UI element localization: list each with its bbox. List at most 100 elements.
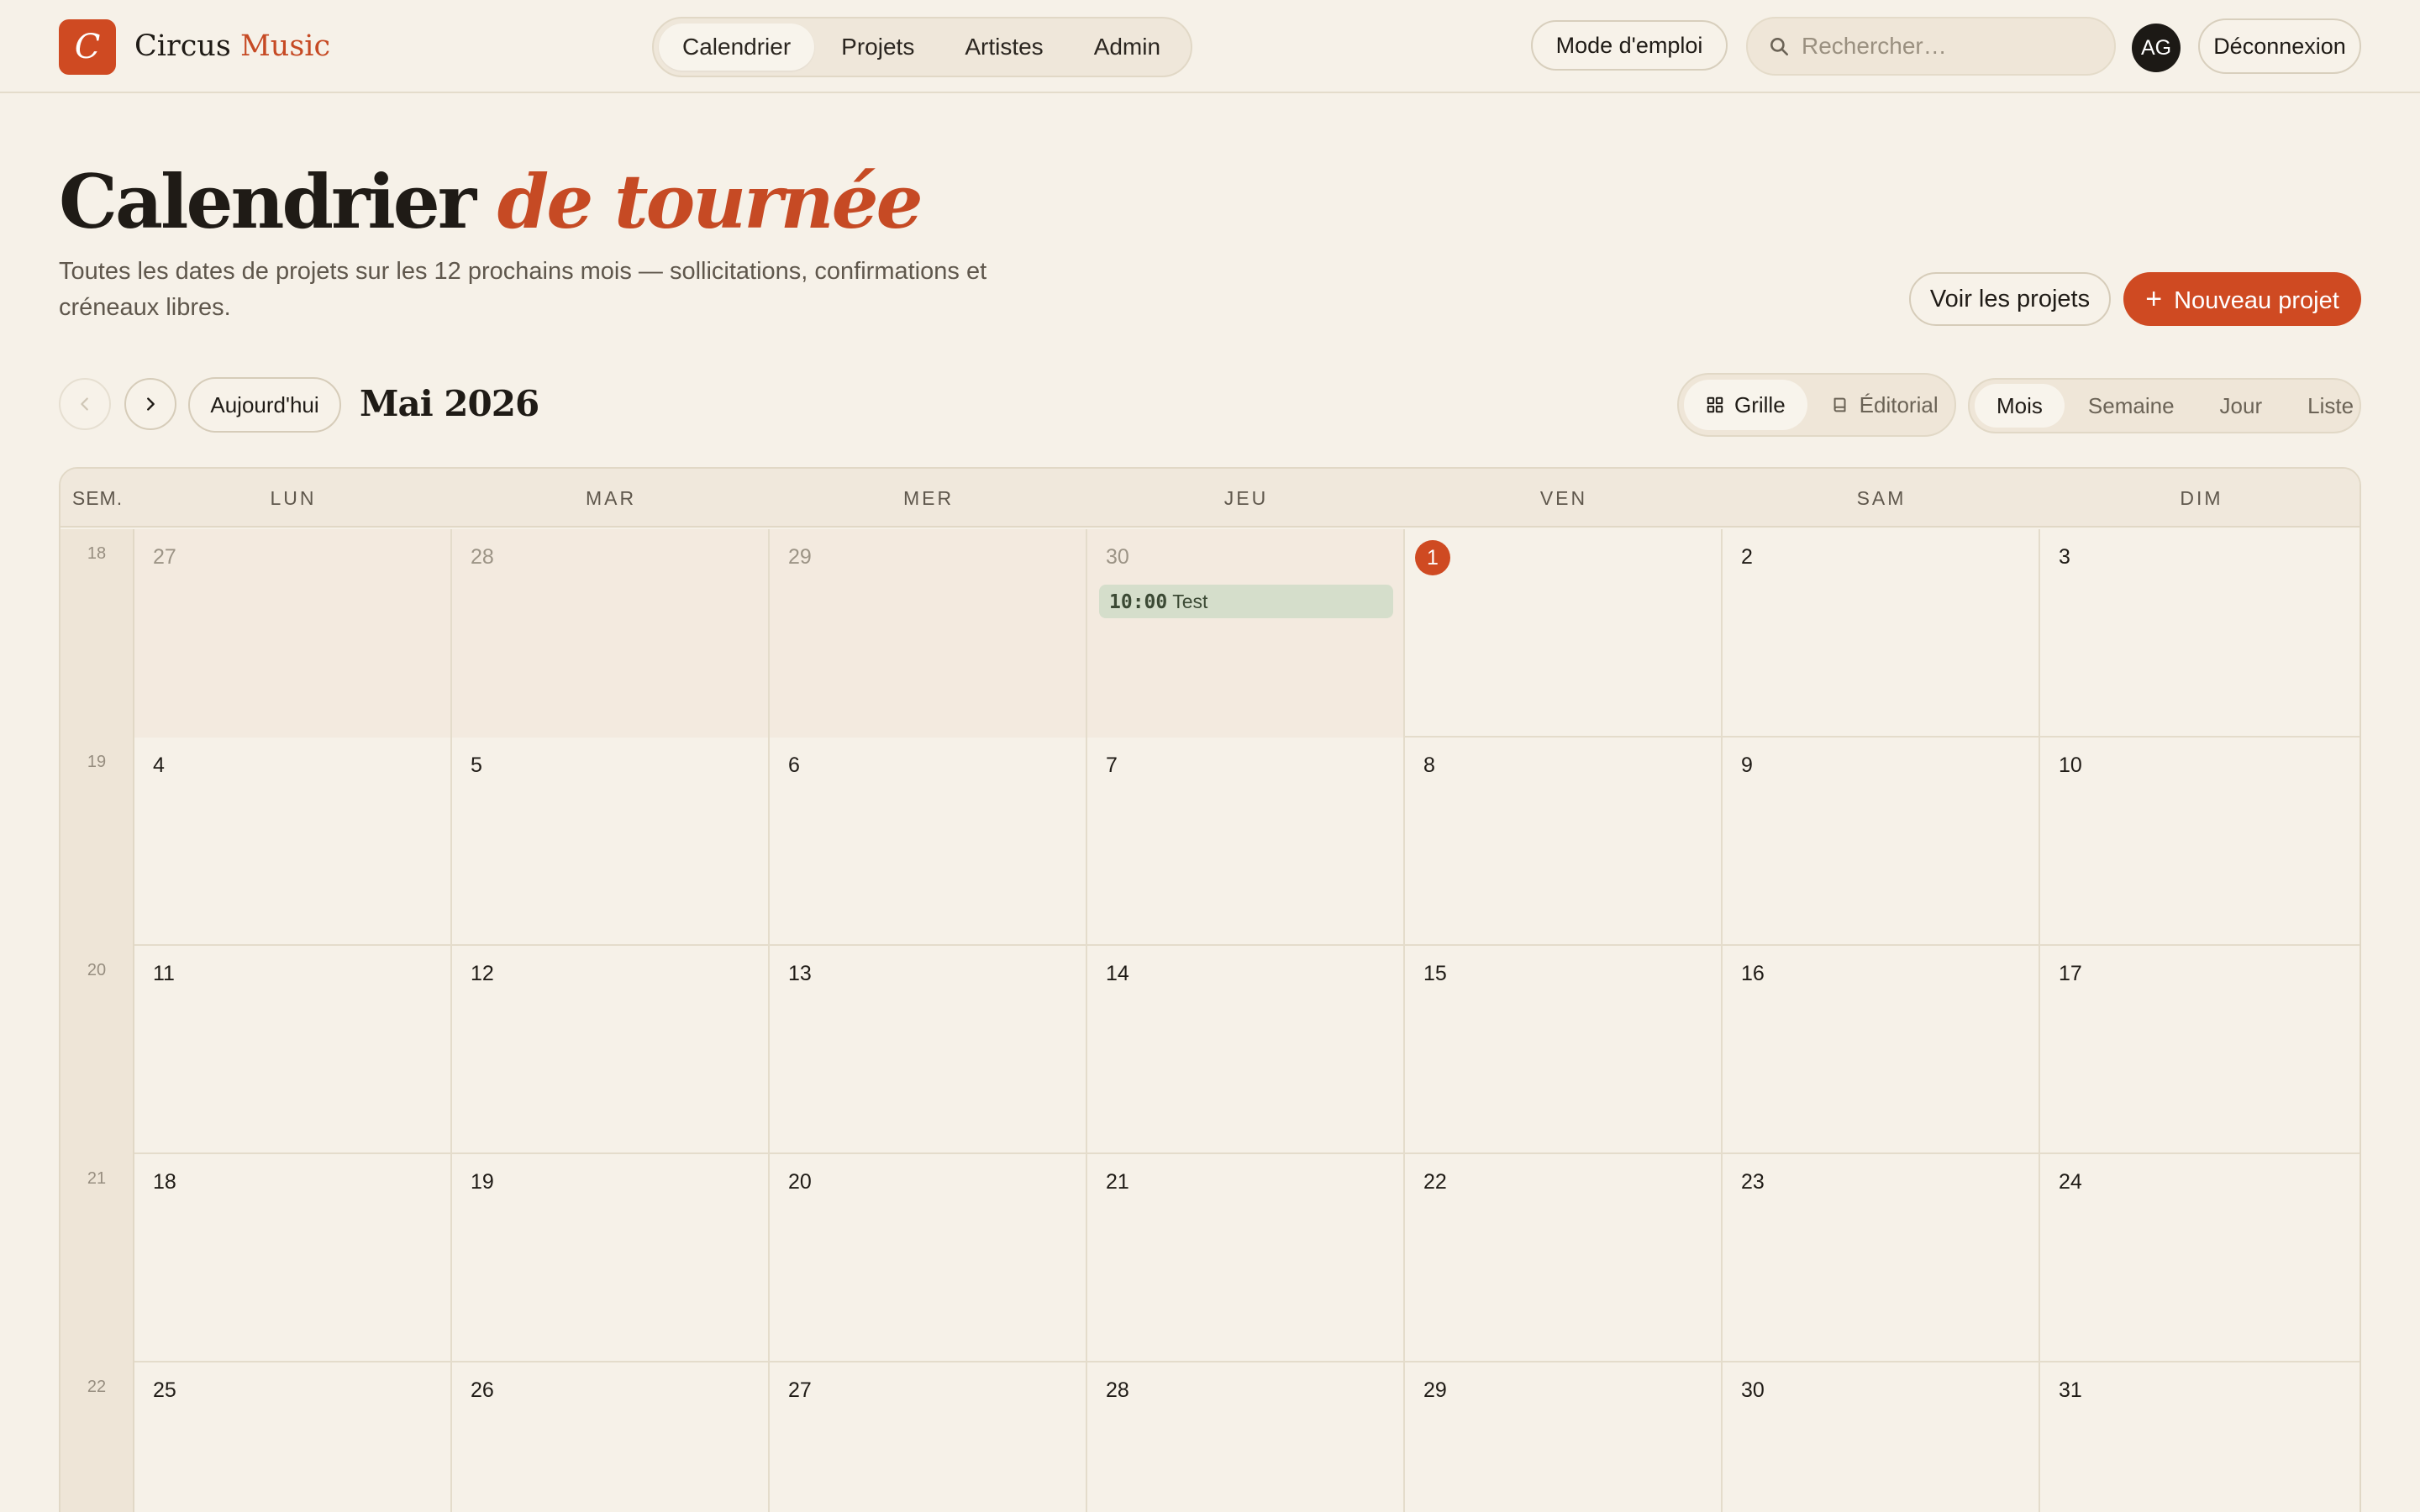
day-cell[interactable]: 27 — [770, 1362, 1087, 1512]
day-cell[interactable]: 15 — [1405, 946, 1723, 1154]
day-cell[interactable]: 9 — [1723, 738, 2040, 946]
day-cell[interactable]: 16 — [1723, 946, 2040, 1154]
grid-icon — [1707, 396, 1723, 413]
calendar-header: SEM. LUN MAR MER JEU VEN SAM DIM — [60, 469, 2360, 528]
day-header-mon: LUN — [270, 487, 317, 509]
day-cell[interactable]: 13 — [770, 946, 1087, 1154]
day-cell[interactable]: 4 — [134, 738, 452, 946]
day-header-wed: MER — [902, 487, 955, 509]
day-number: 12 — [471, 962, 494, 985]
nav-projets[interactable]: Projets — [818, 24, 938, 71]
view-week-option[interactable]: Semaine — [2066, 384, 2196, 428]
week-number: 19 — [60, 738, 134, 946]
day-cell[interactable]: 26 — [452, 1362, 770, 1512]
nav-artistes[interactable]: Artistes — [941, 24, 1066, 71]
day-cell[interactable]: 30 — [1723, 1362, 2040, 1512]
day-cell[interactable]: 12 — [452, 946, 770, 1154]
day-header-sat: SAM — [1856, 487, 1907, 509]
day-number: 11 — [153, 962, 175, 985]
day-number: 20 — [788, 1170, 812, 1194]
view-projects-button[interactable]: Voir les projets — [1909, 272, 2111, 326]
nav-admin[interactable]: Admin — [1071, 24, 1184, 71]
day-cell[interactable]: 25 — [134, 1362, 452, 1512]
day-cell[interactable]: 31 — [2040, 1362, 2360, 1512]
logout-button[interactable]: Déconnexion — [2198, 18, 2361, 74]
avatar[interactable]: AG — [2132, 24, 2181, 72]
day-cell[interactable]: 27 — [134, 529, 452, 738]
nav-calendrier[interactable]: Calendrier — [659, 24, 815, 71]
day-number: 24 — [2059, 1170, 2082, 1194]
day-number: 18 — [153, 1170, 176, 1194]
day-cell[interactable]: 3 — [2040, 529, 2360, 738]
event-time: 10:00 — [1109, 591, 1168, 613]
week-number-header: SEM. — [71, 487, 124, 509]
calendar-event[interactable]: 10:00 Test — [1099, 585, 1393, 618]
day-cell[interactable]: 5 — [452, 738, 770, 946]
week-row: 20 11 12 13 14 15 16 17 — [60, 946, 2360, 1154]
day-cell[interactable]: 11 — [134, 946, 452, 1154]
day-number: 16 — [1741, 962, 1765, 985]
day-cell[interactable]: 29 — [1405, 1362, 1723, 1512]
week-number: 21 — [60, 1154, 134, 1362]
day-cell[interactable]: 29 — [770, 529, 1087, 738]
day-cell[interactable]: 21 — [1087, 1154, 1405, 1362]
day-cell[interactable]: 18 — [134, 1154, 452, 1362]
day-number: 28 — [1106, 1378, 1129, 1402]
layout-editorial-option[interactable]: Éditorial — [1809, 380, 1960, 430]
layout-toggle: Grille Éditorial — [1677, 373, 1956, 437]
logo-icon[interactable]: C — [59, 19, 116, 75]
day-cell[interactable]: 20 — [770, 1154, 1087, 1362]
day-number: 5 — [471, 753, 482, 777]
view-month-option[interactable]: Mois — [1975, 384, 2065, 428]
day-header-thu: JEU — [1223, 487, 1269, 509]
week-row: 21 18 19 20 21 22 23 24 — [60, 1154, 2360, 1362]
day-cell[interactable]: 14 — [1087, 946, 1405, 1154]
day-cell[interactable]: 28 — [452, 529, 770, 738]
day-number: 2 — [1741, 545, 1753, 569]
month-title: Mai 2026 — [360, 383, 539, 424]
day-cell[interactable]: 17 — [2040, 946, 2360, 1154]
day-cell[interactable]: 22 — [1405, 1154, 1723, 1362]
event-title: Test — [1172, 591, 1208, 612]
next-month-button[interactable] — [124, 378, 176, 430]
search-icon — [1770, 38, 1789, 56]
day-cell[interactable]: 10 — [2040, 738, 2360, 946]
day-number: 8 — [1423, 753, 1435, 777]
day-number: 19 — [471, 1170, 494, 1194]
day-cell[interactable]: 23 — [1723, 1154, 2040, 1362]
week-number: 20 — [60, 946, 134, 1154]
day-number: 15 — [1423, 962, 1447, 985]
layout-grid-option[interactable]: Grille — [1684, 380, 1807, 430]
day-number: 21 — [1106, 1170, 1129, 1194]
day-number: 25 — [153, 1378, 176, 1402]
week-number: 18 — [60, 529, 134, 738]
new-project-button[interactable]: + Nouveau projet — [2123, 272, 2361, 326]
search-input[interactable] — [1802, 33, 2104, 60]
prev-month-button[interactable] — [59, 378, 111, 430]
day-cell[interactable]: 19 — [452, 1154, 770, 1362]
day-cell[interactable]: 6 — [770, 738, 1087, 946]
day-number: 4 — [153, 753, 165, 777]
page-title-accent: de tournée — [497, 158, 923, 245]
day-cell[interactable]: 30 10:00 Test — [1087, 529, 1405, 738]
day-cell[interactable]: 7 — [1087, 738, 1405, 946]
page-title-main: Calendrier — [59, 158, 476, 245]
day-number: 14 — [1106, 962, 1129, 985]
week-row: 18 27 28 29 30 10:00 Test 1 2 3 — [60, 529, 2360, 738]
plus-icon: + — [2145, 283, 2163, 315]
day-number: 22 — [1423, 1170, 1447, 1194]
view-list-option[interactable]: Liste — [2286, 384, 2375, 428]
week-row: 19 4 5 6 7 8 9 10 — [60, 738, 2360, 946]
day-cell[interactable]: 2 — [1723, 529, 2040, 738]
day-cell[interactable]: 1 — [1405, 529, 1723, 738]
month-calendar: SEM. LUN MAR MER JEU VEN SAM DIM 18 27 28 2… — [59, 467, 2361, 1512]
view-day-option[interactable]: Jour — [2198, 384, 2285, 428]
day-cell[interactable]: 24 — [2040, 1154, 2360, 1362]
day-number: 10 — [2059, 753, 2082, 777]
day-cell[interactable]: 28 — [1087, 1362, 1405, 1512]
brand-name[interactable]: Circus Music — [134, 25, 330, 67]
help-button[interactable]: Mode d'emploi — [1531, 20, 1728, 71]
day-cell[interactable]: 8 — [1405, 738, 1723, 946]
today-button[interactable]: Aujourd'hui — [188, 377, 341, 433]
day-number: 9 — [1741, 753, 1753, 777]
